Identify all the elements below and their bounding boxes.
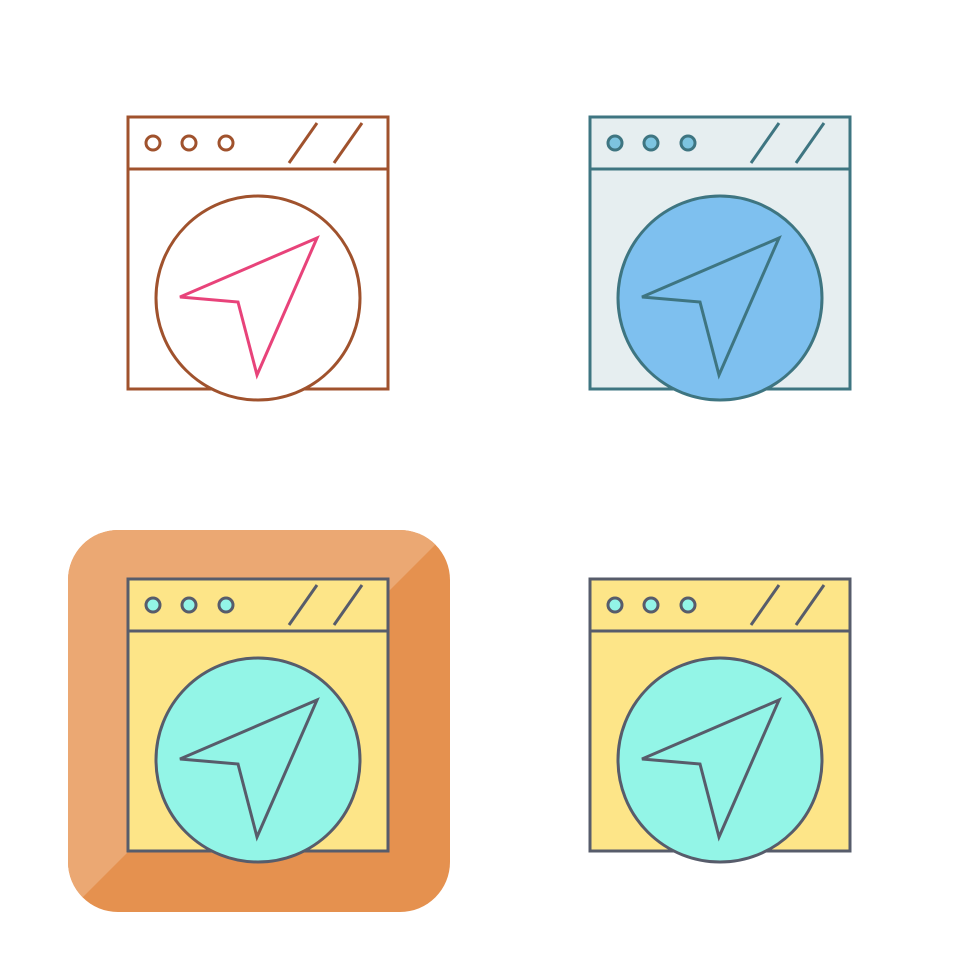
window-dot-icon	[180, 134, 198, 152]
window-dot-icon	[679, 596, 697, 614]
window-dot-icon	[144, 596, 162, 614]
window-dot-icon	[217, 596, 235, 614]
browser-navigation-color-icon	[522, 60, 922, 460]
browser-navigation-icon	[68, 530, 450, 912]
title-bar-stripe	[287, 122, 319, 164]
window-dot-icon	[217, 134, 235, 152]
browser-navigation-filled-icon	[522, 522, 922, 922]
window-dot-icon	[642, 134, 660, 152]
window-dot-icon	[642, 596, 660, 614]
icon-set	[0, 0, 980, 980]
title-bar-stripe	[332, 122, 364, 164]
browser-navigation-icon	[588, 115, 852, 402]
browser-navigation-outline-icon	[60, 60, 460, 460]
window-dot-icon	[180, 596, 198, 614]
browser-navigation-icon	[126, 115, 390, 402]
browser-navigation-icon	[588, 577, 852, 864]
window-dot-icon	[606, 596, 624, 614]
window-dot-icon	[144, 134, 162, 152]
window-dot-icon	[679, 134, 697, 152]
window-dot-icon	[606, 134, 624, 152]
browser-navigation-badge-icon	[60, 522, 460, 922]
